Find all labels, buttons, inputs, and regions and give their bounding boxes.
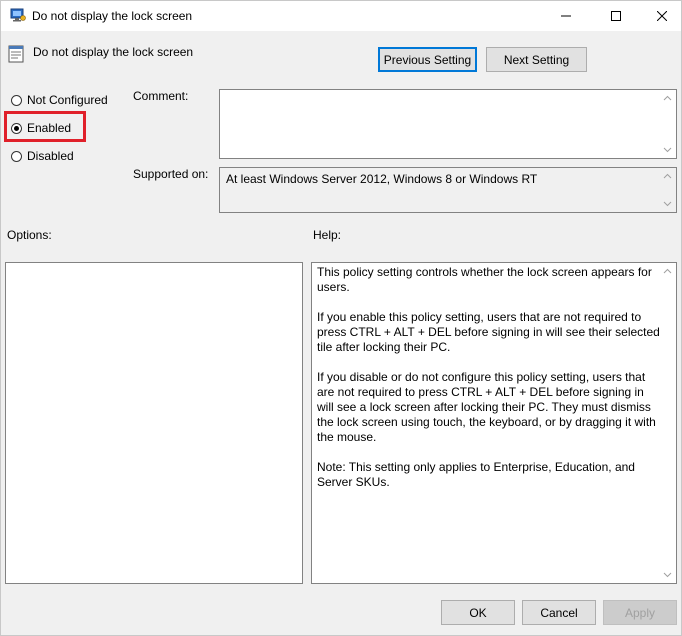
policy-setting-icon xyxy=(8,45,24,63)
comment-label: Comment: xyxy=(133,89,189,103)
options-panel xyxy=(5,262,303,584)
scroll-up-icon[interactable] xyxy=(663,267,672,276)
previous-setting-label: Previous Setting xyxy=(383,52,472,67)
help-paragraph: This policy setting controls whether the… xyxy=(317,265,652,294)
scroll-down-icon[interactable] xyxy=(663,570,672,579)
enabled-highlight-box xyxy=(4,111,86,142)
policy-dialog-window: Do not display the lock screen Do not di… xyxy=(0,0,682,636)
ok-button[interactable]: OK xyxy=(441,600,515,625)
scroll-down-icon[interactable] xyxy=(663,145,672,154)
maximize-icon xyxy=(611,11,621,21)
ok-label: OK xyxy=(469,605,487,620)
scroll-up-icon[interactable] xyxy=(663,94,672,103)
supported-on-field: At least Windows Server 2012, Windows 8 … xyxy=(219,167,677,213)
minimize-button[interactable] xyxy=(543,1,589,31)
options-label: Options: xyxy=(7,228,52,242)
comment-scrollbar[interactable] xyxy=(659,90,676,158)
radio-label: Not Configured xyxy=(27,93,108,107)
policy-name: Do not display the lock screen xyxy=(33,45,194,59)
apply-label: Apply xyxy=(624,605,656,620)
help-panel: This policy setting controls whether the… xyxy=(311,262,677,584)
comment-textarea[interactable] xyxy=(219,89,677,159)
close-button[interactable] xyxy=(639,1,681,31)
radio-label: Disabled xyxy=(27,149,74,163)
cancel-button[interactable]: Cancel xyxy=(522,600,596,625)
help-paragraph: If you disable or do not configure this … xyxy=(317,370,656,444)
previous-setting-button[interactable]: Previous Setting xyxy=(378,47,477,72)
help-paragraph: Note: This setting only applies to Enter… xyxy=(317,460,635,489)
window-title: Do not display the lock screen xyxy=(32,9,193,23)
help-scrollbar[interactable] xyxy=(659,263,676,583)
radio-disabled[interactable]: Disabled xyxy=(11,149,74,163)
next-setting-button[interactable]: Next Setting xyxy=(486,47,587,72)
help-text: This policy setting controls whether the… xyxy=(317,265,660,505)
help-paragraph: If you enable this policy setting, users… xyxy=(317,310,660,354)
group-policy-icon xyxy=(10,8,26,22)
apply-button[interactable]: Apply xyxy=(603,600,677,625)
maximize-button[interactable] xyxy=(593,1,639,31)
supported-on-value: At least Windows Server 2012, Windows 8 … xyxy=(226,172,538,186)
close-icon xyxy=(657,11,667,21)
radio-circle[interactable] xyxy=(11,94,22,106)
scroll-down-icon[interactable] xyxy=(663,199,672,208)
cancel-label: Cancel xyxy=(540,605,578,620)
radio-circle[interactable] xyxy=(11,150,22,162)
minimize-icon xyxy=(561,15,571,17)
title-bar[interactable]: Do not display the lock screen xyxy=(1,1,681,31)
scroll-up-icon[interactable] xyxy=(663,172,672,181)
next-setting-label: Next Setting xyxy=(503,52,570,67)
supported-on-label: Supported on: xyxy=(133,167,209,181)
supported-scrollbar[interactable] xyxy=(659,168,676,212)
help-label: Help: xyxy=(313,228,342,242)
radio-not-configured[interactable]: Not Configured xyxy=(11,93,108,107)
